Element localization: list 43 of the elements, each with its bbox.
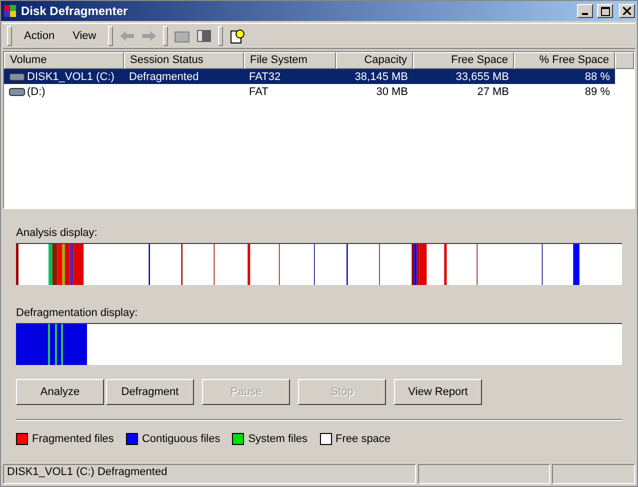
legend-label: Fragmented files <box>32 433 114 445</box>
maximize-button[interactable] <box>597 4 613 18</box>
column-header[interactable]: % Free Space <box>514 52 615 69</box>
column-header[interactable]: Capacity <box>336 52 413 69</box>
action-button[interactable]: Defragment <box>106 379 194 405</box>
column-header[interactable]: Session Status <box>124 52 244 69</box>
legend-label: Contiguous files <box>142 433 220 445</box>
table-cell: Defragmented <box>129 70 199 82</box>
column-header[interactable]: Free Space <box>413 52 514 69</box>
column-header[interactable]: File System <box>244 52 336 69</box>
action-button[interactable]: Analyze <box>16 379 104 405</box>
app-icon <box>3 4 17 18</box>
help-icon[interactable] <box>229 28 246 44</box>
minimize-button[interactable] <box>577 4 593 18</box>
volume-row[interactable]: DISK1_VOL1 (C:) Defragmented FAT32 38,145 MB 33,655 MB 88 % <box>4 69 615 84</box>
table-cell: 88 % <box>584 70 610 82</box>
table-cell: 38,145 MB <box>354 70 408 82</box>
table-cell: 89 % <box>584 86 610 98</box>
legend-label: System files <box>248 433 308 445</box>
table-cell: 30 MB <box>376 86 408 98</box>
analysis-label: Analysis display: <box>16 227 98 239</box>
close-icon <box>623 7 631 15</box>
status-text: DISK1_VOL1 (C:) Defragmented <box>3 464 416 484</box>
drive-icon <box>9 72 25 82</box>
menu-item[interactable]: Action <box>18 28 61 44</box>
table-cell: 33,655 MB <box>456 70 509 82</box>
drive-icon <box>9 86 25 96</box>
panel-icon[interactable] <box>196 29 212 43</box>
column-header[interactable]: Volume <box>4 52 124 69</box>
table-cell: 27 MB <box>477 86 509 98</box>
table-cell: FAT32 <box>249 70 281 82</box>
table-cell: (D:) <box>27 86 46 98</box>
menu-item[interactable]: View <box>66 28 102 44</box>
window-title: Disk Defragmenter <box>21 4 129 18</box>
legend-label: Free space <box>336 433 391 445</box>
folder-icon[interactable] <box>174 29 190 43</box>
maximize-icon <box>600 6 610 16</box>
action-button[interactable]: View Report <box>394 379 482 405</box>
close-button[interactable] <box>619 4 635 18</box>
table-cell: FAT <box>249 86 268 98</box>
defrag-label: Defragmentation display: <box>16 307 139 319</box>
table-cell: DISK1_VOL1 (C:) <box>27 70 114 82</box>
volume-row[interactable]: (D:) FAT 30 MB 27 MB 89 % <box>4 84 615 99</box>
